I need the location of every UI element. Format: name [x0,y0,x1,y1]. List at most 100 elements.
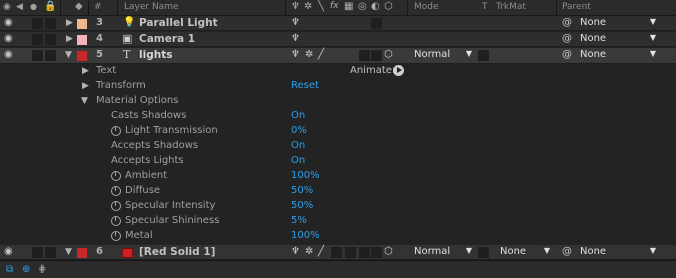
pickwhip-icon[interactable]: @ [562,49,572,60]
property-row-material-options[interactable]: ▼ Material Options [0,94,676,109]
material-row[interactable]: Diffuse 50% [0,184,676,199]
preserve-transparency-switch[interactable] [478,50,489,61]
layer-row-lights[interactable]: ◉ ▼ 5 T lights ♆ ✲ ╱ ⬡ Normal ▼ @ None ▼ [0,48,676,64]
visibility-eye-icon[interactable]: ◉ [4,17,13,28]
property-value[interactable]: 5% [291,215,307,226]
adjustment-switch[interactable] [371,50,382,61]
adjustment-switch[interactable] [371,247,382,258]
stopwatch-icon[interactable] [111,231,121,241]
parent-dropdown[interactable]: None ▼ [580,33,656,46]
3d-layer-switch-icon[interactable]: ⬡ [384,246,393,257]
3d-layer-switch-icon[interactable]: ⬡ [384,49,393,60]
shy-switch-icon[interactable]: ♆ [291,49,300,60]
collapse-icon[interactable]: ✲ [304,1,312,12]
quality-switch-icon[interactable]: ╱ [318,246,324,257]
layer-row-red-solid-1[interactable]: ◉ ▼ 6 [Red Solid 1] ♆ ✲ ╱ ⬡ Normal ▼ None… [0,245,676,260]
parent-dropdown[interactable]: None ▼ [580,246,656,259]
label-color-swatch[interactable] [77,51,87,61]
preserve-transparency-switch[interactable] [478,247,489,258]
material-row[interactable]: Ambient 100% [0,169,676,184]
stopwatch-icon[interactable] [111,171,121,181]
lock-switch[interactable] [45,247,56,258]
solo-switch[interactable] [32,34,43,45]
twirl-collapsed-icon[interactable]: ▶ [82,66,89,76]
visibility-eye-icon[interactable]: ◉ [4,33,13,44]
layer-row-camera-1[interactable]: ◉ ▶ 4 ▣ Camera 1 ♆ @ None ▼ [0,32,676,47]
mode-dropdown[interactable]: Normal ▼ [414,49,472,62]
lock-icon[interactable]: 🔒 [44,1,56,12]
fx-switch[interactable] [331,247,342,258]
stopwatch-icon[interactable] [111,216,121,226]
property-value[interactable]: 100% [291,170,320,181]
pickwhip-icon[interactable]: @ [562,246,572,257]
frame-blend-icon[interactable]: ▦ [344,1,353,12]
solo-icon[interactable]: ● [30,2,37,11]
motion-blur-switch[interactable] [359,50,370,61]
reset-link[interactable]: Reset [291,80,319,91]
property-value[interactable]: 50% [291,200,313,211]
property-value[interactable]: On [291,140,305,151]
mode-dropdown[interactable]: Normal ▼ [414,246,472,259]
layer-name[interactable]: [Red Solid 1] [139,246,215,258]
lock-switch[interactable] [45,18,56,29]
col-parent-header[interactable]: Parent [562,2,591,12]
twirl-collapsed-icon[interactable]: ▶ [82,81,89,91]
adjustment-switch[interactable] [371,18,382,29]
collapse-switch-icon[interactable]: ✲ [305,49,313,60]
stopwatch-icon[interactable] [111,201,121,211]
label-color-swatch[interactable] [77,19,87,29]
property-value[interactable]: On [291,155,305,166]
twirl-expanded-icon[interactable]: ▼ [65,50,72,60]
stopwatch-icon[interactable] [111,186,121,196]
twirl-collapsed-icon[interactable]: ▶ [66,18,73,28]
material-row[interactable]: Metal 100% [0,229,676,244]
motion-blur-switch[interactable] [359,247,370,258]
twirl-collapsed-icon[interactable]: ▶ [66,34,73,44]
eye-icon[interactable]: ◉ [3,2,11,12]
property-value[interactable]: 50% [291,185,313,196]
audio-icon[interactable]: ◀ [16,2,23,12]
visibility-eye-icon[interactable]: ◉ [4,49,13,60]
parent-dropdown[interactable]: None ▼ [580,49,656,62]
layer-name[interactable]: Camera 1 [139,33,195,45]
solo-switch[interactable] [32,50,43,61]
shy-switch-icon[interactable]: ♆ [291,246,300,257]
label-tag-icon[interactable]: ◆ [75,1,83,12]
col-trkmat-header[interactable]: TrkMat [496,2,526,12]
collapse-switch-icon[interactable]: ✲ [305,246,313,257]
layer-switches-toggle-icon[interactable]: ⧉ [6,264,13,275]
layer-name[interactable]: Parallel Light [139,17,218,29]
property-value[interactable]: 0% [291,125,307,136]
col-num-header[interactable]: # [94,2,102,12]
in-out-toggle-icon[interactable]: ⋕ [38,264,46,275]
material-row[interactable]: Accepts Lights On [0,154,676,169]
layer-row-parallel-light[interactable]: ◉ ▶ 3 💡 Parallel Light ♆ @ None ▼ [0,16,676,31]
quality-icon[interactable]: ╲ [318,1,324,12]
property-row-transform[interactable]: ▶ Transform Reset [0,79,676,94]
transfer-controls-toggle-icon[interactable]: ⊕ [22,264,30,275]
3d-layer-icon[interactable]: ⬡ [384,1,393,12]
material-row[interactable]: Specular Shininess 5% [0,214,676,229]
visibility-eye-icon[interactable]: ◉ [4,246,13,257]
shy-icon[interactable]: ♆ [291,1,300,12]
layer-name[interactable]: lights [139,49,172,61]
twirl-expanded-icon[interactable]: ▼ [65,247,72,257]
pickwhip-icon[interactable]: @ [562,17,572,28]
frame-blend-switch[interactable] [345,247,356,258]
property-row-text[interactable]: ▶ Text Animate: [0,64,676,79]
label-color-swatch[interactable] [77,248,87,258]
twirl-expanded-icon[interactable]: ▼ [81,96,88,106]
lock-switch[interactable] [45,50,56,61]
shy-switch-icon[interactable]: ♆ [291,33,300,44]
parent-dropdown[interactable]: None ▼ [580,17,656,30]
label-color-swatch[interactable] [77,35,87,45]
material-row[interactable]: Specular Intensity 50% [0,199,676,214]
motion-blur-icon[interactable]: ◎ [358,1,367,12]
material-row[interactable]: Casts Shadows On [0,109,676,124]
col-mode-header[interactable]: Mode [414,2,439,12]
shy-switch-icon[interactable]: ♆ [291,17,300,28]
pickwhip-icon[interactable]: @ [562,33,572,44]
material-row[interactable]: Accepts Shadows On [0,139,676,154]
fx-icon[interactable]: fx [330,1,339,11]
solo-switch[interactable] [32,247,43,258]
